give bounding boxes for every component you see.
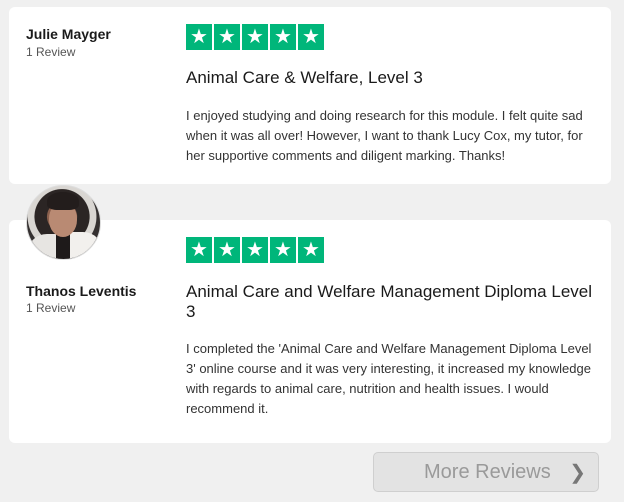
star-icon: ★ (242, 24, 268, 50)
reviewer-name[interactable]: Thanos Leventis (26, 283, 136, 299)
review-card-1: Julie Mayger 1 Review ★ ★ ★ ★ ★ Animal C… (9, 7, 611, 184)
star-icon: ★ (270, 24, 296, 50)
reviewer-name[interactable]: Julie Mayger (26, 26, 111, 42)
chevron-right-icon: ❯ (569, 462, 586, 484)
review-body: I completed the 'Animal Care and Welfare… (186, 341, 592, 416)
reviewer-avatar[interactable] (26, 185, 101, 260)
more-reviews-label: More Reviews (424, 461, 551, 483)
reviewer-review-count: 1 Review (26, 45, 76, 59)
reviewer-review-count: 1 Review (26, 301, 76, 315)
star-icon: ★ (242, 237, 268, 263)
star-rating: ★ ★ ★ ★ ★ (186, 237, 324, 263)
star-icon: ★ (214, 24, 240, 50)
review-title[interactable]: Animal Care and Welfare Management Diplo… (186, 282, 596, 322)
avatar-shirt (56, 234, 70, 259)
review-body: I enjoyed studying and doing research fo… (186, 108, 583, 163)
star-icon: ★ (298, 24, 324, 50)
more-reviews-button[interactable]: More Reviews ❯ (373, 452, 599, 492)
review-title[interactable]: Animal Care & Welfare, Level 3 (186, 68, 596, 88)
avatar-hair (47, 192, 79, 210)
star-icon: ★ (214, 237, 240, 263)
star-icon: ★ (298, 237, 324, 263)
star-rating: ★ ★ ★ ★ ★ (186, 24, 324, 50)
star-icon: ★ (186, 24, 212, 50)
star-icon: ★ (186, 237, 212, 263)
star-icon: ★ (270, 237, 296, 263)
